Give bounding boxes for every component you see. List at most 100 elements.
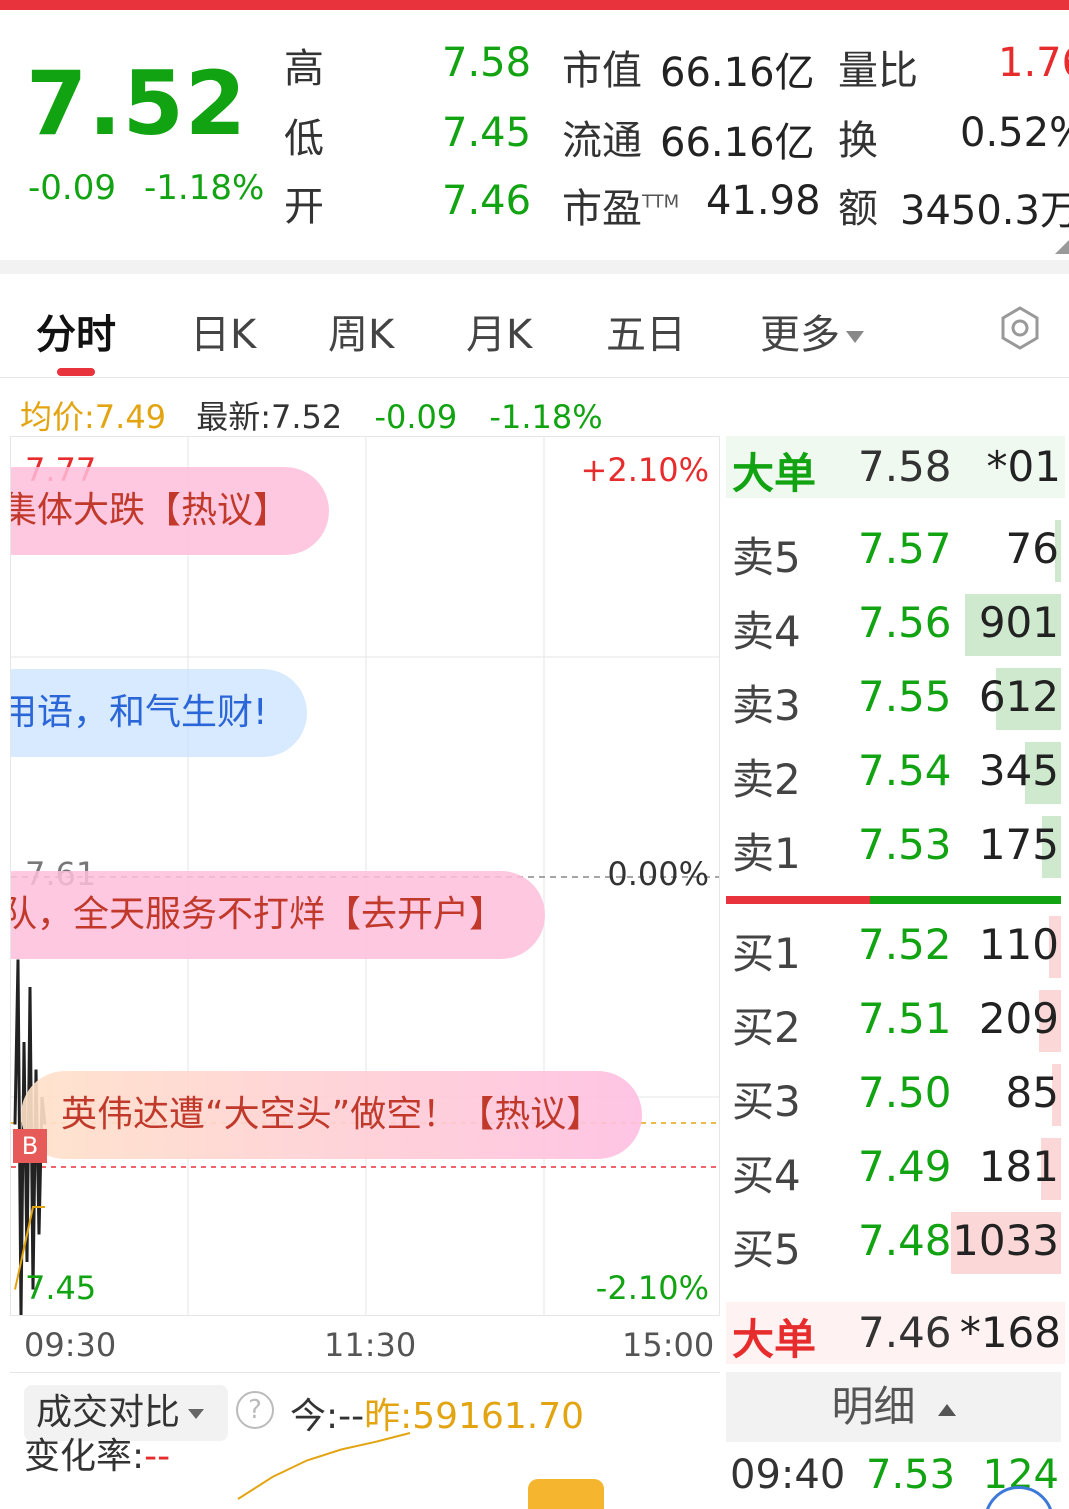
open-value: 7.46 bbox=[442, 178, 532, 224]
x-axis-end-label: 15:00 bbox=[622, 1326, 715, 1364]
active-tab-indicator bbox=[57, 368, 95, 376]
market-cap-value: 66.16亿 bbox=[660, 50, 815, 96]
floating-action-button[interactable] bbox=[528, 1479, 604, 1509]
settings-icon[interactable] bbox=[996, 304, 1044, 352]
ask-price: 7.53 bbox=[858, 820, 952, 869]
turnover-value: 0.52% bbox=[960, 110, 1069, 156]
volume-compare-line bbox=[237, 1432, 411, 1500]
bid-price: 7.49 bbox=[858, 1142, 952, 1191]
bid-row[interactable]: 买4 7.49 181 bbox=[726, 1132, 1065, 1206]
price-change: -0.09 bbox=[28, 168, 116, 208]
turnover-label: 换 bbox=[838, 118, 878, 164]
ask-price: 7.54 bbox=[858, 746, 952, 795]
ask-label: 卖2 bbox=[732, 755, 801, 804]
bid-row[interactable]: 买3 7.50 85 bbox=[726, 1058, 1065, 1132]
news-bubble-1[interactable]: 集体大跌【热议】 bbox=[11, 467, 330, 555]
pe-label: 市盈TTM bbox=[562, 186, 680, 232]
amount-value: 3450.3万 bbox=[900, 188, 1069, 234]
big-sell-order[interactable]: 大单 7.58 *01 bbox=[726, 436, 1065, 498]
ask-label: 卖3 bbox=[732, 681, 801, 730]
pct-axis-bottom-label: -2.10% bbox=[595, 1269, 709, 1307]
chart-tabs: 分时 日K 周K 月K 五日 更多 bbox=[0, 274, 1069, 378]
pct-axis-mid-label: 0.00% bbox=[607, 855, 709, 893]
ask-row[interactable]: 卖2 7.54 345 bbox=[726, 736, 1065, 810]
intraday-info-line: 均价:7.49 最新:7.52 -0.09 -1.18% bbox=[20, 392, 603, 438]
ask-row[interactable]: 卖4 7.56 901 bbox=[726, 588, 1065, 662]
ask-volume: 901 bbox=[978, 598, 1059, 647]
bid-volume: 1033 bbox=[952, 1216, 1059, 1265]
volume-today-yesterday: 今:--昨:59161.70 bbox=[290, 1396, 585, 1437]
big-buy-order[interactable]: 大单 7.46 *168 bbox=[726, 1302, 1065, 1364]
ask-volume: 345 bbox=[978, 746, 1059, 795]
section-divider bbox=[0, 260, 1069, 274]
bid-volume: 181 bbox=[978, 1142, 1059, 1191]
bid-label: 买2 bbox=[732, 1003, 801, 1052]
ask-volume: 76 bbox=[1005, 524, 1059, 573]
tab-five-day[interactable]: 五日 bbox=[606, 302, 686, 360]
order-book: 大单 7.58 *01 卖5 7.57 76 卖4 7.56 901 卖3 7.55 612 卖2… bbox=[726, 436, 1065, 1509]
market-cap-label: 市值 bbox=[562, 48, 642, 94]
low-label: 低 bbox=[284, 116, 324, 162]
news-bubble-3[interactable]: 队，全天服务不打烊【去开户】 bbox=[11, 871, 546, 959]
latest-price: 最新:7.52 bbox=[196, 398, 343, 436]
tab-weekly-k[interactable]: 周K bbox=[328, 302, 394, 360]
chevron-up-icon bbox=[937, 1403, 956, 1416]
bid-volume: 85 bbox=[1005, 1068, 1059, 1117]
ask-volume: 612 bbox=[978, 672, 1059, 721]
low-value: 7.45 bbox=[442, 110, 532, 156]
bid-volume: 209 bbox=[978, 994, 1059, 1043]
ask-price: 7.55 bbox=[858, 672, 952, 721]
buy-marker[interactable]: B bbox=[13, 1129, 47, 1163]
volume-compare-panel: 成交对比 ? 今:--昨:59161.70 变化率:-- bbox=[10, 1372, 720, 1509]
x-axis-start-label: 09:30 bbox=[24, 1326, 117, 1364]
last-price: 7.52 bbox=[26, 52, 248, 155]
tab-intraday[interactable]: 分时 bbox=[36, 302, 116, 360]
bid-label: 买5 bbox=[732, 1225, 801, 1274]
float-cap-value: 66.16亿 bbox=[660, 120, 815, 166]
quote-header: 7.52 -0.09 -1.18% 高 低 开 7.58 7.45 7.46 市… bbox=[0, 10, 1069, 260]
ask-label: 卖5 bbox=[732, 533, 801, 582]
top-accent-bar bbox=[0, 0, 1069, 10]
tab-monthly-k[interactable]: 月K bbox=[466, 302, 532, 360]
high-value: 7.58 bbox=[442, 40, 532, 86]
x-axis-mid-label: 11:30 bbox=[324, 1326, 417, 1364]
news-bubble-4[interactable]: 英伟达遭“大空头”做空！【热议】 bbox=[21, 1071, 643, 1159]
change-rate: 变化率:-- bbox=[24, 1436, 171, 1477]
tab-daily-k[interactable]: 日K bbox=[190, 302, 256, 360]
latest-change-pct: -1.18% bbox=[489, 398, 603, 436]
bid-label: 买1 bbox=[732, 929, 801, 978]
bid-row[interactable]: 买5 7.48 1033 bbox=[726, 1206, 1065, 1280]
help-icon[interactable]: ? bbox=[236, 1391, 274, 1429]
bid-volume: 110 bbox=[978, 920, 1059, 969]
bid-price: 7.51 bbox=[858, 994, 952, 1043]
news-bubble-2[interactable]: 用语，和气生财! bbox=[11, 669, 308, 757]
ask-row[interactable]: 卖3 7.55 612 bbox=[726, 662, 1065, 736]
open-label: 开 bbox=[284, 184, 324, 230]
amount-label: 额 bbox=[838, 186, 878, 232]
ask-row[interactable]: 卖5 7.57 76 bbox=[726, 514, 1065, 588]
ask-row[interactable]: 卖1 7.53 175 bbox=[726, 810, 1065, 884]
volume-ratio-label: 量比 bbox=[838, 48, 918, 94]
bid-label: 买4 bbox=[732, 1151, 801, 1200]
latest-change: -0.09 bbox=[374, 398, 458, 436]
high-label: 高 bbox=[284, 46, 324, 92]
pe-value: 41.98 bbox=[706, 178, 821, 224]
float-cap-label: 流通 bbox=[562, 118, 642, 164]
expand-corner-icon[interactable] bbox=[1055, 240, 1069, 254]
ask-price: 7.57 bbox=[858, 524, 952, 573]
ask-volume: 175 bbox=[978, 820, 1059, 869]
average-price: 均价:7.49 bbox=[20, 398, 167, 436]
intraday-chart[interactable]: 7.77 +2.10% 7.61 0.00% 7.45 -2.10% 集体大跌【… bbox=[10, 436, 720, 1316]
detail-toggle-button[interactable]: 明细 bbox=[726, 1372, 1061, 1442]
bid-price: 7.48 bbox=[858, 1216, 952, 1265]
tab-more[interactable]: 更多 bbox=[760, 302, 864, 360]
price-change-pct: -1.18% bbox=[144, 168, 265, 208]
ask-price: 7.56 bbox=[858, 598, 952, 647]
pct-axis-top-label: +2.10% bbox=[580, 451, 709, 489]
volume-ratio-value: 1.76 bbox=[998, 40, 1069, 86]
bid-row[interactable]: 买2 7.51 209 bbox=[726, 984, 1065, 1058]
bid-row[interactable]: 买1 7.52 110 bbox=[726, 910, 1065, 984]
bid-label: 买3 bbox=[732, 1077, 801, 1126]
ask-label: 卖4 bbox=[732, 607, 801, 656]
chevron-down-icon bbox=[188, 1409, 205, 1419]
